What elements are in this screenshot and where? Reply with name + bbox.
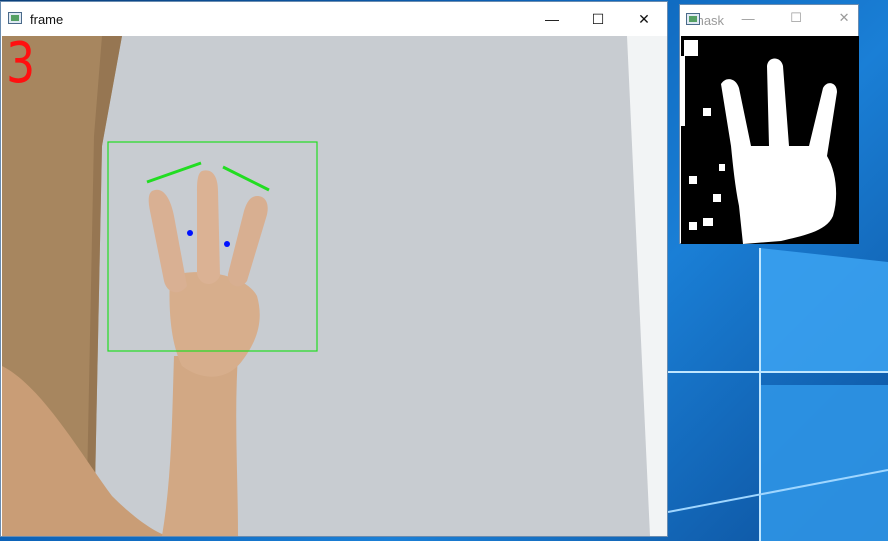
binary-mask-image bbox=[681, 36, 859, 244]
maximize-icon: ☐ bbox=[790, 10, 802, 25]
frame-titlebar[interactable]: frame — ☐ ✕ bbox=[1, 2, 667, 36]
maximize-button[interactable]: ☐ bbox=[772, 3, 820, 33]
close-button[interactable]: ✕ bbox=[621, 2, 667, 36]
close-button[interactable]: ✕ bbox=[820, 3, 868, 33]
defect-point bbox=[224, 241, 230, 247]
close-icon: ✕ bbox=[838, 10, 850, 25]
mask-window[interactable]: mask — ☐ ✕ bbox=[679, 4, 859, 244]
defect-point bbox=[187, 230, 193, 236]
minimize-icon: — bbox=[545, 11, 559, 27]
minimize-button[interactable]: — bbox=[724, 3, 772, 33]
mask-titlebar[interactable]: mask — ☐ ✕ bbox=[680, 5, 858, 35]
app-window-icon bbox=[8, 12, 22, 26]
frame-window[interactable]: frame — ☐ ✕ 3 bbox=[0, 1, 668, 537]
close-icon: ✕ bbox=[638, 10, 650, 27]
camera-frame-view: 3 bbox=[2, 36, 667, 536]
finger-count-label: 3 bbox=[6, 36, 36, 96]
maximize-icon: ☐ bbox=[591, 10, 605, 27]
camera-image bbox=[2, 36, 667, 536]
minimize-button[interactable]: — bbox=[529, 2, 575, 36]
mask-image-view bbox=[681, 36, 859, 244]
frame-window-title: frame bbox=[30, 11, 64, 27]
minimize-icon: — bbox=[741, 10, 755, 26]
maximize-button[interactable]: ☐ bbox=[575, 2, 621, 36]
